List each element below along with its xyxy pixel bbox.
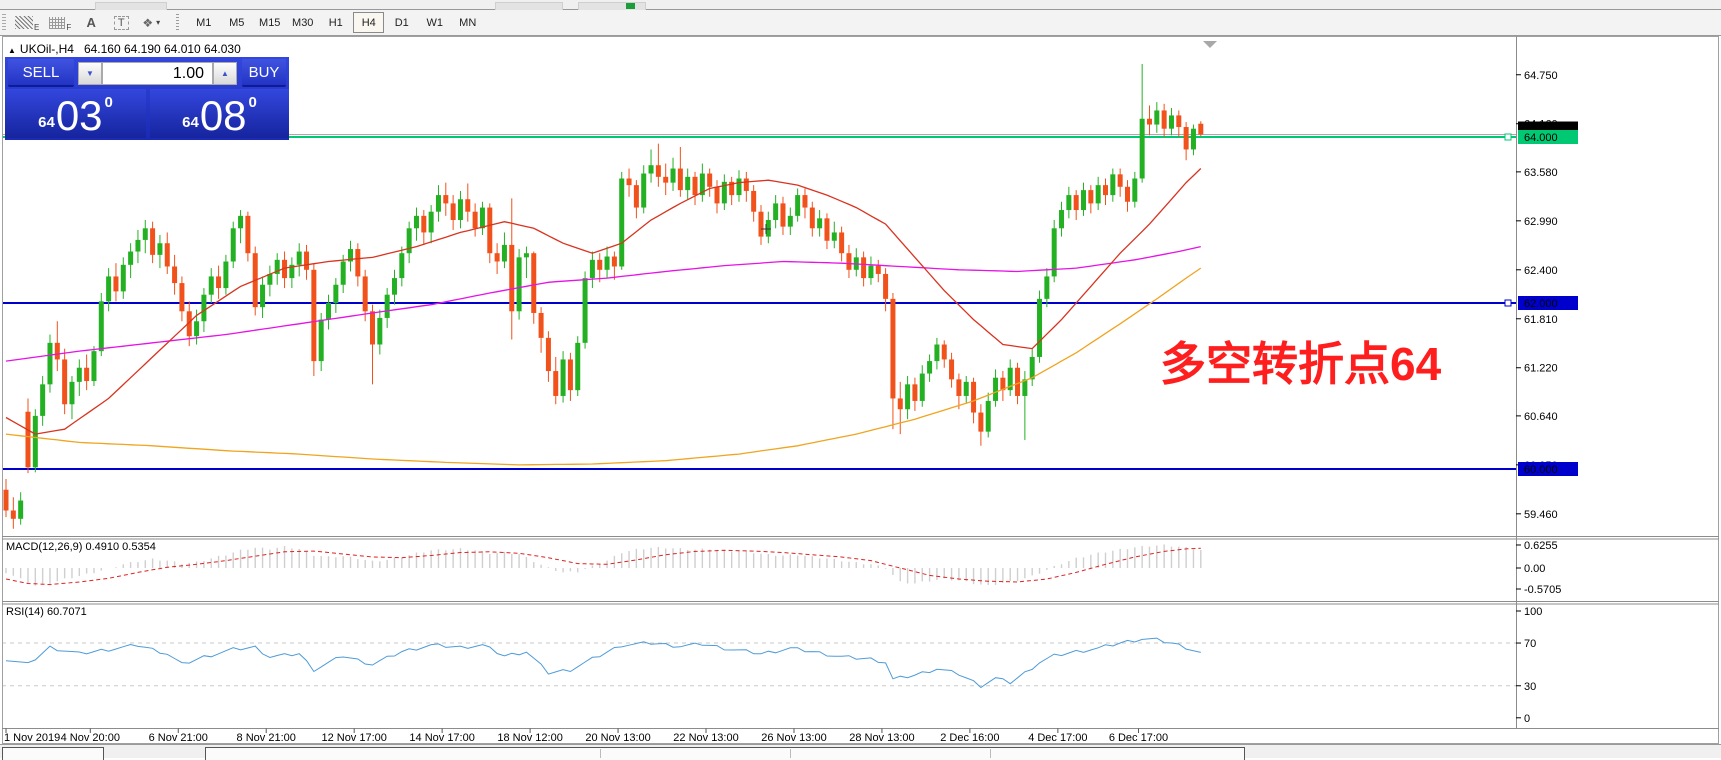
toolbar-drag-handle[interactable] [2, 13, 6, 32]
sell-button[interactable]: SELL [8, 59, 74, 87]
rsi-line [5, 637, 1201, 689]
svg-text:0: 0 [1524, 713, 1530, 725]
svg-text:22 Nov 13:00: 22 Nov 13:00 [673, 732, 738, 744]
svg-text:4 Nov 20:00: 4 Nov 20:00 [61, 732, 120, 744]
svg-text:0.00: 0.00 [1524, 563, 1545, 575]
macd-signal-line [5, 547, 1201, 586]
line-handle[interactable] [1504, 133, 1512, 141]
grid-pattern-icon[interactable]: F [46, 12, 74, 33]
svg-text:63.580: 63.580 [1524, 167, 1558, 179]
svg-text:62.400: 62.400 [1524, 265, 1558, 277]
crosshatch-pattern-icon[interactable]: E [12, 12, 42, 33]
buy-price-sup: 0 [248, 94, 257, 111]
toolbar-separator [176, 13, 180, 32]
svg-text:28 Nov 13:00: 28 Nov 13:00 [849, 732, 914, 744]
timeframe-button-M1[interactable]: M1 [188, 12, 219, 33]
volume-increase-button[interactable]: ▲ [213, 62, 237, 85]
volume-decrease-button[interactable]: ▼ [78, 62, 102, 85]
tab-divider [600, 749, 601, 758]
svg-text:20 Nov 13:00: 20 Nov 13:00 [585, 732, 650, 744]
arrow-up-icon: ▲ [221, 69, 229, 78]
svg-text:60.640: 60.640 [1524, 411, 1558, 423]
svg-text:61.810: 61.810 [1524, 314, 1558, 326]
svg-text:70: 70 [1524, 638, 1536, 650]
svg-text:0.6255: 0.6255 [1524, 540, 1558, 552]
horizontal-level-lines[interactable] [2, 134, 1516, 470]
tab-divider [990, 749, 991, 758]
chevron-down-icon: ▾ [156, 18, 161, 27]
buy-price-display[interactable]: 64 08 0 [150, 89, 289, 138]
timeframe-button-W1[interactable]: W1 [419, 12, 450, 33]
svg-text:4 Dec 17:00: 4 Dec 17:00 [1028, 732, 1087, 744]
symbol-period-label: UKOil-,H4 [19, 42, 74, 56]
svg-text:61.220: 61.220 [1524, 363, 1558, 375]
svg-text:2 Dec 16:00: 2 Dec 16:00 [940, 732, 999, 744]
buy-button[interactable]: BUY [242, 59, 286, 87]
pane-borders [2, 36, 1719, 744]
svg-text:6 Dec 17:00: 6 Dec 17:00 [1109, 732, 1168, 744]
clipped-upper-toolbar [0, 0, 1721, 11]
svg-text:-0.5705: -0.5705 [1524, 584, 1561, 596]
timeframe-button-M5[interactable]: M5 [221, 12, 252, 33]
sell-price-display[interactable]: 64 03 0 [5, 89, 146, 138]
chart-tab[interactable] [205, 747, 1245, 760]
toolbar: E F A T ❖ ▾ M1 M5 M15 M30 H1 H4 D1 W1 MN [0, 10, 1721, 36]
svg-text:64.750: 64.750 [1524, 70, 1558, 82]
one-click-trading-panel: SELL ▼ ▲ BUY 64 03 0 64 08 0 [5, 57, 289, 140]
svg-text:62.000: 62.000 [1524, 298, 1558, 310]
svg-text:26 Nov 13:00: 26 Nov 13:00 [761, 732, 826, 744]
sell-price-big: 03 [55, 92, 103, 139]
svg-text:59.460: 59.460 [1524, 509, 1558, 521]
shapes-dropdown-icon[interactable]: ❖ ▾ [138, 12, 164, 33]
sell-price-sup: 0 [104, 94, 113, 111]
buy-price-big: 08 [199, 92, 247, 139]
svg-text:12 Nov 17:00: 12 Nov 17:00 [321, 732, 386, 744]
timeframe-button-M30[interactable]: M30 [287, 12, 318, 33]
chart-annotation: 多空转折点64 [1160, 338, 1442, 390]
chart-tabs-bar [0, 744, 1721, 760]
svg-text:14 Nov 17:00: 14 Nov 17:00 [409, 732, 474, 744]
svg-text:8 Nov 21:00: 8 Nov 21:00 [237, 732, 296, 744]
timeframe-button-H4[interactable]: H4 [353, 12, 385, 33]
timeframe-button-D1[interactable]: D1 [386, 12, 417, 33]
time-axis[interactable]: 1 Nov 2019 4 Nov 20:00 6 Nov 21:00 8 Nov 21… [4, 728, 1168, 745]
line-handle[interactable] [1504, 299, 1512, 307]
chart-graphics: 64.75064.16063.58062.99062.40061.81061.2… [2, 36, 1719, 745]
ma-slow-line [5, 267, 1202, 466]
svg-text:6 Nov 21:00: 6 Nov 21:00 [149, 732, 208, 744]
text-box-icon[interactable]: T [108, 12, 134, 33]
arrow-down-icon: ▼ [86, 69, 94, 78]
timeframe-button-MN[interactable]: MN [452, 12, 483, 33]
svg-text:18 Nov 12:00: 18 Nov 12:00 [497, 732, 562, 744]
chart-canvas[interactable]: 64.75064.16063.58062.99062.40061.81061.2… [0, 36, 1721, 744]
svg-text:62.990: 62.990 [1524, 216, 1558, 228]
text-label-icon[interactable]: A [78, 12, 104, 33]
svg-text:30: 30 [1524, 681, 1536, 693]
svg-text:64.000: 64.000 [1524, 132, 1558, 144]
volume-input[interactable] [102, 62, 213, 85]
buy-price-prefix: 64 [182, 114, 199, 131]
clipped-icon [626, 3, 635, 9]
timeframe-button-H1[interactable]: H1 [320, 12, 351, 33]
tab-divider [790, 749, 791, 758]
chart-title: ▲ UKOil-,H4 64.160 64.190 64.010 64.030 [8, 42, 241, 56]
macd-pane [5, 544, 1202, 586]
price-axis[interactable]: 64.75064.16063.58062.99062.40061.81061.2… [1516, 70, 1561, 725]
svg-text:60.000: 60.000 [1524, 464, 1558, 476]
macd-indicator-label: MACD(12,26,9) 0.4910 0.5354 [6, 541, 156, 553]
sell-price-prefix: 64 [38, 114, 55, 131]
rsi-pane [2, 637, 1516, 689]
collapse-arrow-icon[interactable]: ▲ [8, 46, 16, 55]
svg-text:100: 100 [1524, 606, 1542, 618]
chart-shift-marker-icon[interactable] [1203, 41, 1217, 48]
ohlc-readout: 64.160 64.190 64.010 64.030 [83, 42, 241, 56]
rsi-indicator-label: RSI(14) 60.7071 [6, 606, 87, 618]
ma-fast-line [5, 168, 1202, 435]
svg-text:1 Nov 2019: 1 Nov 2019 [4, 732, 60, 744]
timeframe-button-M15[interactable]: M15 [254, 12, 285, 33]
chart-tab[interactable] [2, 747, 104, 760]
